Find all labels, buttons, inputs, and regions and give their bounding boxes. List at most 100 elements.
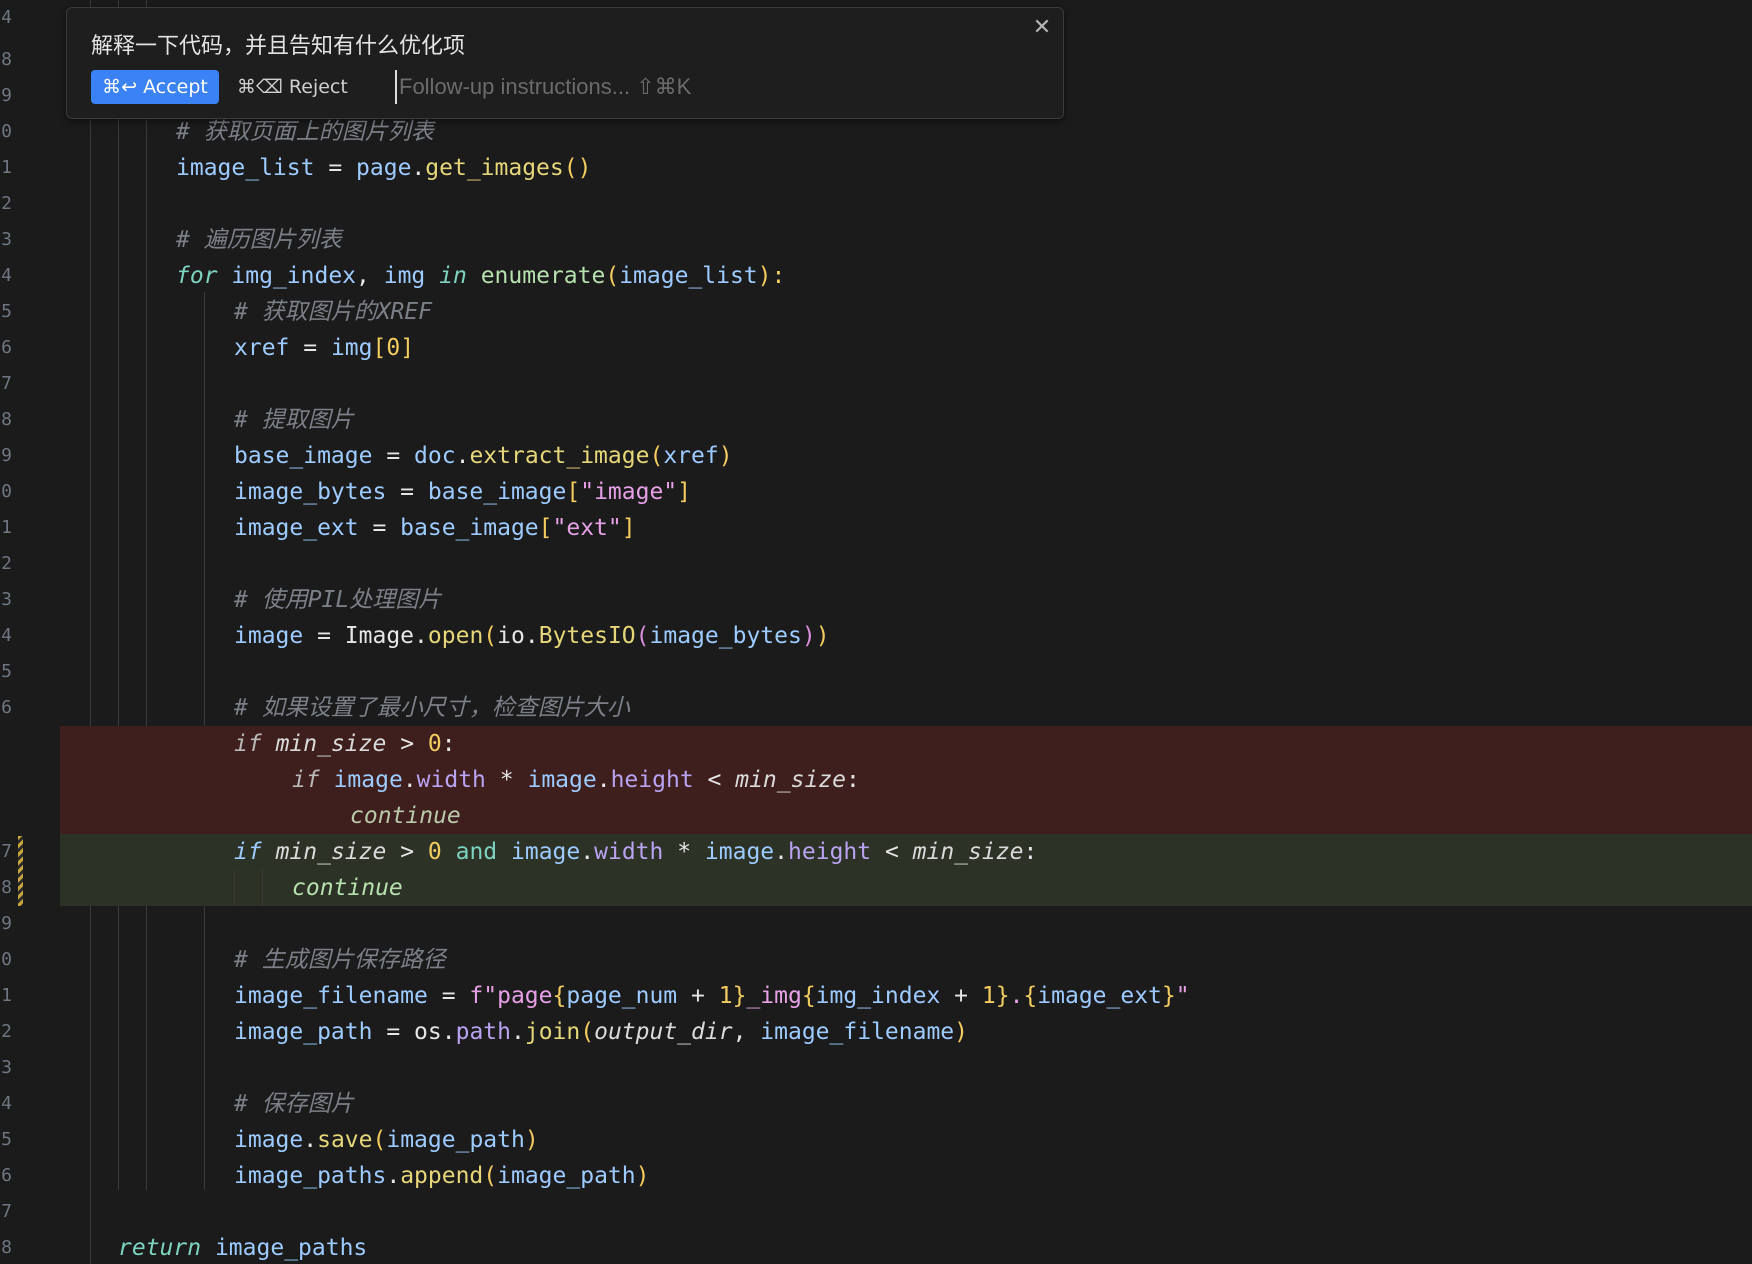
token: image_filename: [234, 983, 428, 1009]
deleted-diff-line[interactable]: if min_size > 0:: [60, 726, 1752, 762]
code-line[interactable]: # 遍历图片列表: [60, 222, 1752, 258]
code-line[interactable]: image_list = page.get_images(): [60, 150, 1752, 186]
token: =: [386, 479, 428, 505]
code-line[interactable]: # 使用PIL处理图片: [60, 582, 1752, 618]
deleted-diff-line[interactable]: continue: [60, 798, 1752, 834]
code-line[interactable]: image_path = os.path.join(output_dir, im…: [60, 1014, 1752, 1050]
code-line[interactable]: base_image = doc.extract_image(xref): [60, 438, 1752, 474]
added-diff-line[interactable]: if min_size > 0 and image.width * image.…: [60, 834, 1752, 870]
token: =: [427, 983, 470, 1009]
token: image_filename: [760, 1019, 955, 1045]
token: image: [234, 1127, 304, 1153]
token: f"page: [469, 983, 553, 1009]
code-line[interactable]: xref = img[0]: [60, 330, 1752, 366]
token: page: [356, 155, 412, 181]
token: *: [663, 839, 705, 865]
code-line[interactable]: image_paths.append(image_path): [60, 1158, 1752, 1194]
token: continue: [292, 875, 403, 901]
line-number: 4: [1, 7, 12, 28]
code-line[interactable]: for img_index, img in enumerate(image_li…: [60, 258, 1752, 294]
code-line[interactable]: return image_paths: [60, 1230, 1752, 1264]
deleted-diff-line[interactable]: if image.width * image.height < min_size…: [60, 762, 1752, 798]
token: output_dir: [594, 1019, 733, 1045]
line-number: 0: [1, 481, 12, 502]
added-diff-line[interactable]: continue: [60, 870, 1752, 906]
token: (: [483, 1163, 498, 1189]
token: :: [1023, 839, 1038, 865]
code-line[interactable]: image.save(image_path): [60, 1122, 1752, 1158]
code-line[interactable]: image = Image.open(io.BytesIO(image_byte…: [60, 618, 1752, 654]
code-comment: # 如果设置了最小尺寸，检查图片大小: [234, 695, 630, 721]
code-line[interactable]: # 获取页面上的图片列表: [60, 114, 1752, 150]
token: .: [774, 839, 789, 865]
token: path: [455, 1019, 511, 1045]
line-number: 1: [1, 517, 12, 538]
code-line[interactable]: # 获取图片的XREF: [60, 294, 1752, 330]
token: image: [527, 767, 597, 793]
followup-instructions-input[interactable]: [395, 70, 819, 104]
token: =: [372, 1019, 415, 1045]
token: 0: [386, 335, 401, 361]
token: ): [524, 1127, 539, 1153]
code-comment: # 获取图片的XREF: [234, 299, 433, 325]
code-comment: # 获取页面上的图片列表: [176, 119, 434, 145]
token: if: [292, 767, 320, 793]
code-line[interactable]: # 生成图片保存路径: [60, 942, 1752, 978]
line-number: 2: [1, 1021, 12, 1042]
token: (: [649, 443, 664, 469]
line-number: 3: [1, 589, 12, 610]
token: ,: [356, 263, 384, 289]
code-line[interactable]: image_filename = f"page{page_num + 1}_im…: [60, 978, 1752, 1014]
token: xref: [234, 335, 290, 361]
line-number: 7: [1, 373, 12, 394]
indent-guide: [234, 870, 235, 906]
inline-edit-prompt[interactable]: 解释一下代码，并且告知有什么优化项 ✕ ⌘↩ Accept ⌘⌫ Reject: [66, 7, 1064, 119]
token: join: [524, 1019, 581, 1045]
token: +: [940, 983, 982, 1009]
git-change-marker[interactable]: [18, 836, 23, 906]
token: ]: [400, 335, 415, 361]
token: ]: [621, 515, 636, 541]
reject-button[interactable]: ⌘⌫ Reject: [237, 70, 357, 104]
code-editor[interactable]: # 获取页面上的图片列表 image_list = page.get_image…: [60, 0, 1752, 1264]
token: img_index: [815, 983, 941, 1009]
token: height: [610, 767, 694, 793]
token: "ext": [552, 515, 622, 541]
token: >: [386, 731, 428, 757]
close-icon[interactable]: ✕: [1029, 14, 1055, 40]
line-number: 6: [1, 1165, 12, 1186]
token: os: [414, 1019, 442, 1045]
code-line[interactable]: # 保存图片: [60, 1086, 1752, 1122]
token: save: [317, 1127, 373, 1153]
line-number: 5: [1, 301, 12, 322]
token: (: [635, 623, 650, 649]
token: base_image: [400, 515, 539, 541]
token: [: [566, 479, 581, 505]
token: .: [414, 623, 428, 649]
line-number: 8: [1, 409, 12, 430]
token: =: [303, 623, 345, 649]
token: image: [234, 623, 304, 649]
line-number: 8: [1, 1237, 12, 1258]
code-comment: # 遍历图片列表: [176, 227, 342, 253]
accept-button[interactable]: ⌘↩ Accept: [91, 70, 219, 104]
code-line[interactable]: image_ext = base_image["ext"]: [60, 510, 1752, 546]
token: image: [704, 839, 775, 865]
code-line[interactable]: image_bytes = base_image["image"]: [60, 474, 1752, 510]
token: >: [386, 839, 428, 865]
token: image_ext: [234, 515, 359, 541]
code-line[interactable]: # 提取图片: [60, 402, 1752, 438]
line-number: 9: [1, 85, 12, 106]
token: (: [483, 623, 498, 649]
token: if: [234, 731, 262, 757]
line-number: 5: [1, 1129, 12, 1150]
token: *: [485, 767, 528, 793]
code-line[interactable]: # 如果设置了最小尺寸，检查图片大小: [60, 690, 1752, 726]
line-number: 7: [1, 1201, 12, 1222]
line-number: 7: [1, 841, 12, 862]
token: image_path: [497, 1163, 636, 1189]
